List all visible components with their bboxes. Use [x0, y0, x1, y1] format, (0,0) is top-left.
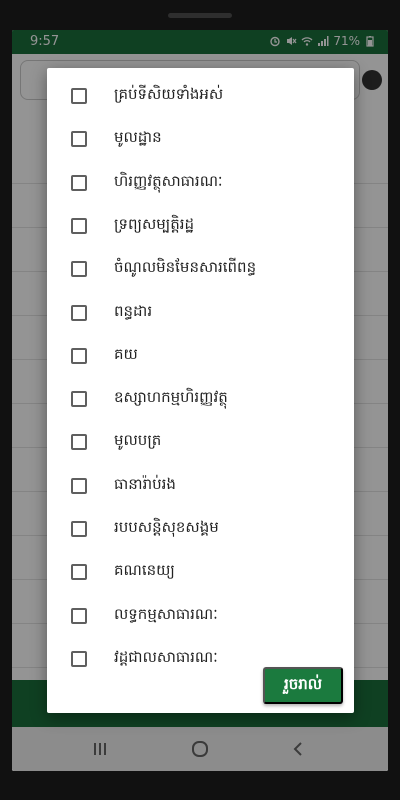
- screen: 9:57 71% រួចរាល់ គ្រប់ទីសិយទាំងអស់ មូលដ្…: [12, 30, 388, 771]
- filter-option-label: ចំណូលមិនមែនសារពើពន្ធ: [114, 258, 257, 277]
- filter-option[interactable]: របបសន្តិសុខសង្គម: [47, 509, 354, 549]
- checkbox[interactable]: [71, 434, 87, 451]
- checkbox[interactable]: [71, 477, 87, 494]
- filter-option[interactable]: វដ្តជាលសាធារណៈ: [47, 639, 354, 679]
- checkbox[interactable]: [71, 174, 87, 191]
- filter-option-label: ពន្ធដារ: [114, 301, 153, 320]
- category-filter-dialog: រួចរាល់ គ្រប់ទីសិយទាំងអស់ មូលដ្ឋាន ហិរញ្ញវ…: [47, 68, 354, 713]
- checkbox[interactable]: [71, 131, 87, 148]
- checkbox[interactable]: [71, 564, 87, 581]
- filter-option[interactable]: មូលបត្រ: [47, 422, 354, 462]
- filter-option-label: វដ្តជាលសាធារណៈ: [114, 647, 218, 666]
- checkbox[interactable]: [71, 217, 87, 234]
- checkbox[interactable]: [71, 521, 87, 537]
- filter-option-label: មូលដ្ឋាន: [114, 128, 162, 147]
- filter-option-label: ឧស្សាហកម្មហិរញ្ញវត្ថុ: [114, 388, 228, 407]
- checkbox[interactable]: [71, 391, 87, 408]
- filter-option[interactable]: គយ: [47, 336, 354, 376]
- checkbox[interactable]: [71, 347, 87, 364]
- filter-option[interactable]: ចំណូលមិនមែនសារពើពន្ធ: [47, 249, 354, 289]
- filter-option[interactable]: គណនេយ្យ: [47, 552, 354, 592]
- filter-option[interactable]: ឧស្សាហកម្មហិរញ្ញវត្ថុ: [47, 379, 354, 419]
- filter-option-label: មូលបត្រ: [114, 431, 162, 450]
- checkbox[interactable]: [71, 304, 87, 321]
- filter-option-label: ធានារ៉ាប់រង: [114, 474, 176, 493]
- phone-frame: 9:57 71% រួចរាល់ គ្រប់ទីសិយទាំងអស់ មូលដ្…: [0, 0, 400, 800]
- checkbox[interactable]: [71, 650, 87, 667]
- filter-option-label: លទ្ធកម្មសាធារណៈ: [114, 604, 218, 623]
- speaker-grille: [168, 13, 232, 18]
- filter-option[interactable]: ធានារ៉ាប់រង: [47, 466, 354, 506]
- filter-option[interactable]: ពន្ធដារ: [47, 293, 354, 333]
- checkbox[interactable]: [71, 88, 87, 104]
- filter-option-label: ហិរញ្ញវត្ថុសាធារណៈ: [114, 171, 223, 190]
- filter-option-label: របបសន្តិសុខសង្គម: [114, 518, 219, 536]
- filter-option[interactable]: ហិរញ្ញវត្ថុសាធារណៈ: [47, 163, 354, 203]
- checkbox[interactable]: [71, 607, 87, 624]
- filter-option[interactable]: លទ្ធកម្មសាធារណៈ: [47, 596, 354, 636]
- filter-option[interactable]: មូលដ្ឋាន: [47, 119, 354, 159]
- filter-option[interactable]: ទ្រព្យសម្បត្តិរដ្ឋ: [47, 206, 354, 246]
- filter-option[interactable]: គ្រប់ទីសិយទាំងអស់: [47, 76, 354, 116]
- filter-option-label: ទ្រព្យសម្បត្តិរដ្ឋ: [114, 214, 195, 233]
- filter-option-label: គ្រប់ទីសិយទាំងអស់: [114, 85, 224, 103]
- filter-option-label: គយ: [114, 344, 138, 363]
- checkbox[interactable]: [71, 261, 87, 278]
- filter-option-label: គណនេយ្យ: [114, 561, 175, 580]
